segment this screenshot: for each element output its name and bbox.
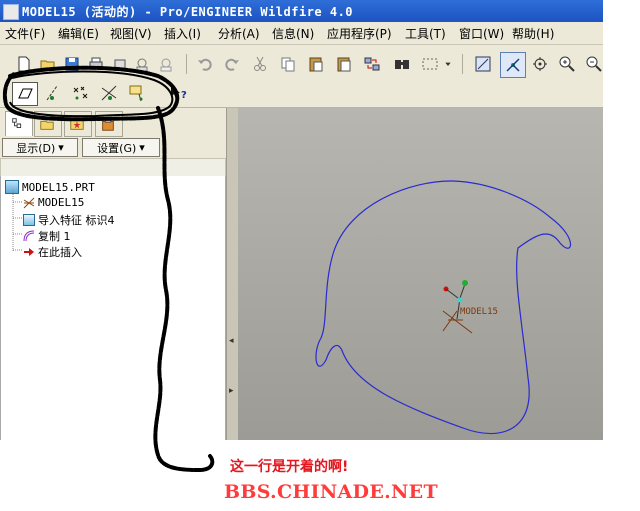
model-tree-panel: 显示(D) ▾ 设置(G) ▾ MODEL15.PRT MODEL15 导入特征… — [0, 108, 226, 440]
email-link-icon[interactable] — [156, 54, 176, 74]
show-dropdown[interactable]: 显示(D) ▾ — [2, 138, 78, 157]
settings-dropdown-label: 设置(G) — [97, 141, 137, 155]
menu-info[interactable]: 信息(N) — [272, 25, 314, 42]
watermark-text: BBS.CHINADE.NET — [224, 481, 438, 503]
connections-icon — [102, 117, 114, 131]
window-title: MODEL15 (活动的) - Pro/ENGINEER Wildfire 4.… — [22, 5, 354, 19]
menu-bar: 文件(F) 编辑(E) 视图(V) 插入(I) 分析(A) 信息(N) 应用程序… — [0, 22, 603, 45]
context-help-icon[interactable]: ? — [168, 82, 188, 102]
menu-edit[interactable]: 编辑(E) — [58, 25, 99, 42]
zoom-out-icon[interactable] — [584, 54, 604, 74]
paste-special-icon[interactable] — [334, 54, 354, 74]
regenerate-icon[interactable] — [362, 54, 382, 74]
redo-icon[interactable] — [222, 54, 242, 74]
datum-display-icon[interactable] — [126, 82, 148, 104]
tree-item-label: 复制 1 — [38, 230, 71, 243]
tree-connector-lines — [12, 190, 23, 252]
spin-center-icon[interactable] — [500, 52, 526, 78]
save-icon[interactable] — [62, 54, 82, 74]
menu-analysis[interactable]: 分析(A) — [218, 25, 260, 42]
menu-window[interactable]: 窗口(W) — [459, 25, 504, 42]
chevron-down-icon: ▾ — [139, 141, 145, 154]
menu-insert[interactable]: 插入(I) — [164, 25, 201, 42]
print-icon[interactable] — [86, 54, 106, 74]
folder-icon — [40, 120, 54, 130]
menu-view[interactable]: 视图(V) — [110, 25, 152, 42]
find-icon[interactable] — [392, 54, 412, 74]
menu-help[interactable]: 帮助(H) — [512, 25, 554, 42]
tree-item-label: MODEL15 — [38, 196, 85, 209]
annotation-text: 这一行是开着的啊! — [230, 459, 349, 475]
menu-tools[interactable]: 工具(T) — [405, 25, 446, 42]
tree-item-label: 导入特征 标识4 — [38, 214, 115, 227]
tree-item-label: 在此插入 — [38, 246, 82, 259]
tab-folder-browser[interactable] — [34, 111, 62, 137]
expand-right-icon[interactable]: ▸ — [229, 386, 234, 396]
favorites-icon — [70, 119, 84, 130]
menu-applications[interactable]: 应用程序(P) — [327, 25, 392, 42]
datum-point-icon[interactable] — [70, 83, 90, 103]
datum-toolbar: ? — [0, 79, 603, 108]
settings-dropdown[interactable]: 设置(G) ▾ — [82, 138, 160, 157]
model-tree: MODEL15.PRT MODEL15 导入特征 标识4 复制 1 在此插入 — [0, 176, 226, 440]
tab-model-tree[interactable] — [5, 111, 33, 136]
paste-icon[interactable] — [306, 54, 326, 74]
new-icon[interactable] — [14, 54, 34, 74]
zoom-in-icon[interactable] — [557, 54, 577, 74]
repaint-icon[interactable] — [473, 54, 493, 74]
email-attach-icon[interactable] — [132, 54, 152, 74]
app-icon — [3, 4, 19, 20]
menu-file[interactable]: 文件(F) — [5, 25, 45, 42]
datum-axis-icon[interactable] — [42, 83, 62, 103]
collapse-left-icon[interactable]: ◂ — [229, 336, 234, 346]
graphics-window[interactable]: MODEL15 — [238, 108, 603, 440]
chevron-down-icon: ▾ — [58, 141, 64, 154]
datum-plane-icon[interactable] — [12, 82, 38, 106]
navigator-tabs — [0, 108, 226, 137]
model-tree-icon — [12, 118, 22, 128]
model-curve — [315, 180, 572, 435]
orient-mode-icon[interactable] — [530, 54, 550, 74]
svg-text:?: ? — [181, 90, 187, 101]
show-dropdown-label: 显示(D) — [16, 141, 56, 155]
copy-icon[interactable] — [278, 54, 298, 74]
csys-label: MODEL15 — [460, 307, 498, 317]
select-box-icon[interactable] — [420, 54, 440, 74]
dropdown-icon[interactable] — [442, 54, 454, 74]
email-icon[interactable] — [110, 54, 130, 74]
datum-csys-icon[interactable] — [99, 83, 119, 103]
undo-icon[interactable] — [195, 54, 215, 74]
open-icon[interactable] — [38, 54, 58, 74]
main-toolbar — [0, 45, 603, 79]
tab-favorites[interactable] — [64, 111, 92, 137]
cut-icon[interactable] — [250, 54, 270, 74]
title-bar: MODEL15 (活动的) - Pro/ENGINEER Wildfire 4.… — [0, 0, 603, 22]
tree-column-header — [0, 158, 226, 177]
tab-connections[interactable] — [95, 111, 123, 137]
